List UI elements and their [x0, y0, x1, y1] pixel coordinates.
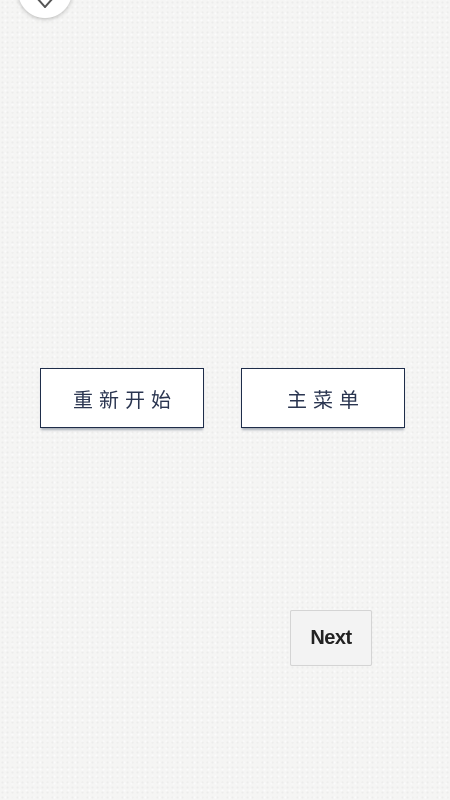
close-icon	[34, 0, 56, 12]
main-menu-button[interactable]: 主菜单	[241, 368, 405, 428]
restart-button[interactable]: 重新开始	[40, 368, 204, 428]
next-label: Next	[310, 626, 352, 649]
close-button[interactable]	[18, 0, 72, 18]
main-menu-label: 主菜单	[287, 387, 365, 412]
restart-label: 重新开始	[73, 387, 177, 412]
next-button[interactable]: Next	[290, 610, 372, 666]
